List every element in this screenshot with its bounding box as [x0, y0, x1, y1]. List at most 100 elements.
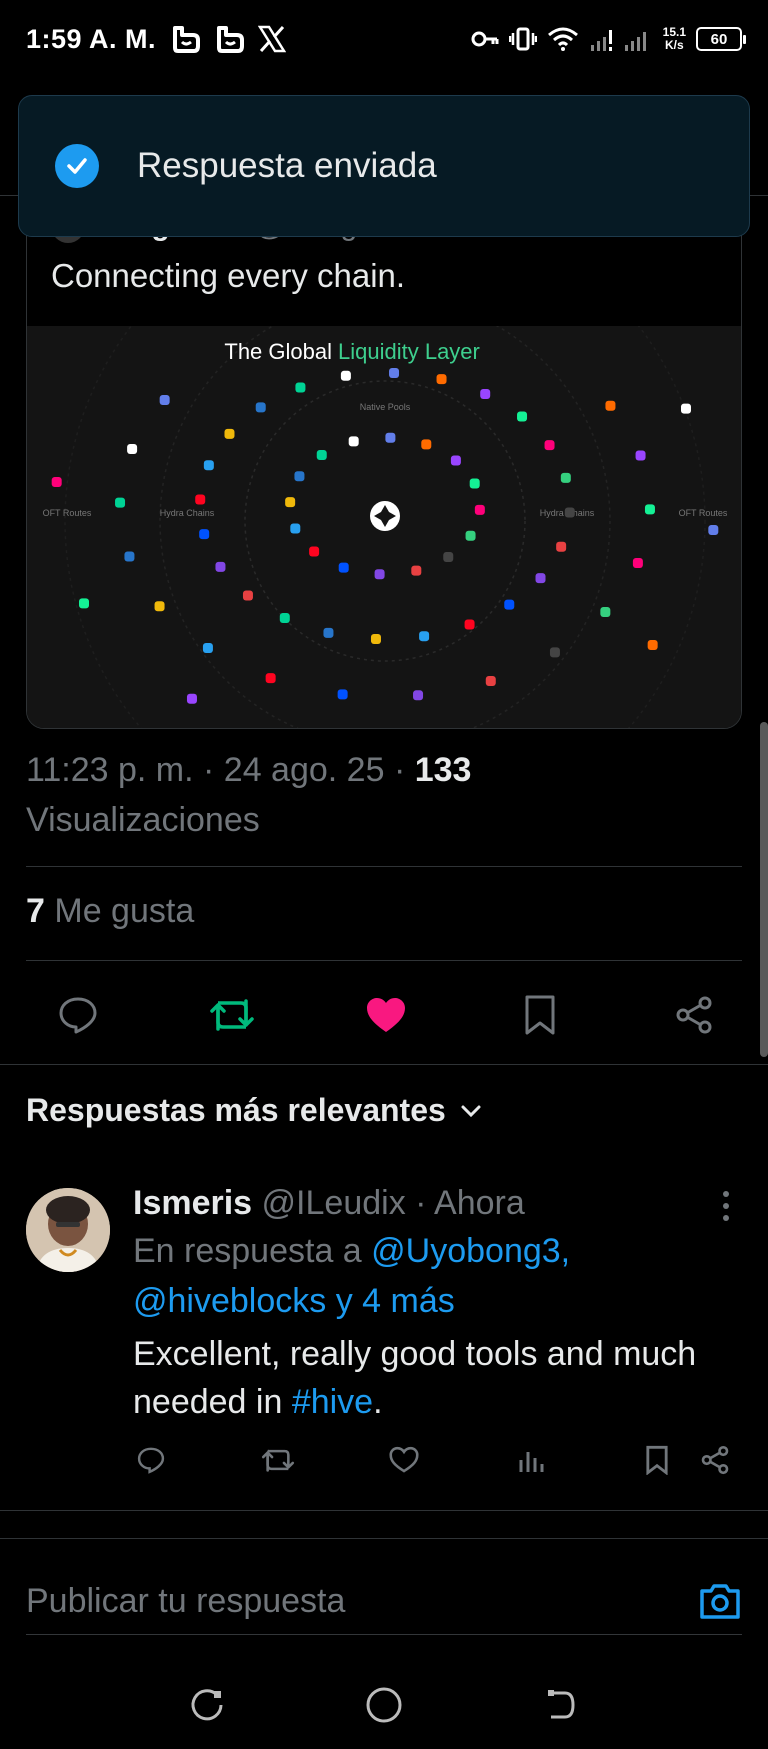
reply-action-group	[639, 1442, 733, 1478]
chain-logo	[265, 673, 276, 684]
divider	[0, 1538, 768, 1539]
camera-icon[interactable]	[698, 1581, 742, 1621]
chain-logo	[419, 631, 430, 642]
chain-logo	[504, 599, 515, 610]
liquidity-layer-graphic: The Global Liquidity Layer Native Pools …	[27, 200, 741, 728]
quoted-post-image[interactable]: The Global Liquidity Layer Native Pools …	[27, 200, 741, 728]
status-notification-icons	[170, 24, 287, 54]
composer-underline	[26, 1634, 742, 1635]
reply-post[interactable]: Ismeris @ILeudix · Ahora En respuesta a …	[133, 1180, 743, 1426]
chain-logo	[295, 382, 306, 393]
status-bar: 1:59 A. M. 15.1 K/s 60	[0, 0, 768, 78]
chain-logo	[79, 598, 90, 609]
quoted-post-card[interactable]: Stargate @StargateFinan... 1d Connecting…	[26, 195, 742, 729]
chain-logo	[480, 389, 491, 400]
chain-logo	[474, 504, 485, 515]
reply-icon[interactable]	[133, 1442, 169, 1478]
chain-logo	[389, 367, 400, 378]
signal-icon	[590, 30, 646, 51]
more-options-icon[interactable]	[716, 1186, 736, 1226]
analytics-icon[interactable]	[513, 1442, 549, 1478]
mention-link[interactable]: @Uyobong3,	[371, 1232, 570, 1270]
chain-logo	[224, 428, 235, 439]
retweet-icon[interactable]	[208, 991, 256, 1039]
reply-input[interactable]	[26, 1581, 698, 1621]
chain-logo	[600, 606, 611, 617]
chain-logo	[411, 565, 422, 576]
scrollbar[interactable]	[760, 722, 768, 1057]
chain-logo	[215, 561, 226, 572]
battery-indicator: 60	[696, 27, 746, 51]
retweet-icon[interactable]	[260, 1442, 296, 1478]
reply-author-name[interactable]: Ismeris	[133, 1184, 252, 1222]
bookmark-icon[interactable]	[516, 991, 564, 1039]
share-icon[interactable]	[697, 1442, 733, 1478]
back-icon[interactable]	[543, 1687, 579, 1723]
likes-label: Me gusta	[54, 892, 195, 930]
chain-logo	[469, 478, 480, 489]
reply-icon[interactable]	[54, 991, 102, 1039]
chain-logo	[436, 374, 447, 385]
bookmark-icon[interactable]	[639, 1442, 675, 1478]
chain-logo	[370, 634, 381, 645]
chain-logo	[485, 675, 496, 686]
chain-logo	[290, 523, 301, 534]
chain-logo	[124, 551, 135, 562]
app-notification-icon	[173, 26, 201, 53]
app-notification-icon	[217, 26, 245, 53]
reply-author-handle[interactable]: @ILeudix	[262, 1184, 406, 1222]
views-count[interactable]: 133	[415, 751, 472, 789]
views-label[interactable]: Visualizaciones	[26, 801, 260, 839]
recent-apps-icon[interactable]	[189, 1687, 225, 1723]
chain-logo	[544, 440, 555, 451]
hashtag-link[interactable]: #hive	[292, 1383, 373, 1421]
check-circle-icon	[55, 144, 99, 188]
vpn-key-icon	[471, 31, 499, 47]
system-nav-bar	[0, 1660, 768, 1749]
chain-logo	[279, 612, 290, 623]
mention-link[interactable]: @hiveblocks y 4 más	[133, 1282, 455, 1320]
chain-logo	[464, 619, 475, 630]
chain-logo	[294, 471, 305, 482]
chain-logo	[450, 455, 461, 466]
chevron-down-icon	[461, 1105, 481, 1117]
chain-logo	[560, 472, 571, 483]
like-icon[interactable]	[386, 1442, 422, 1478]
chain-logo	[348, 436, 359, 447]
network-speed-unit: K/s	[664, 38, 684, 52]
status-system-icons: 15.1 K/s 60	[471, 26, 746, 52]
reply-context: En respuesta a @Uyobong3, @hiveblocks y …	[133, 1226, 743, 1326]
reply-action-bar	[133, 1442, 733, 1478]
reply-time: Ahora	[434, 1184, 525, 1222]
post-action-bar	[26, 985, 742, 1045]
post-timestamp-views: 11:23 p. m. · 24 ago. 25 · 133 Visualiza…	[26, 745, 742, 845]
home-icon[interactable]	[364, 1685, 404, 1725]
reply-text: Excellent, really good tools and much ne…	[133, 1335, 697, 1421]
divider	[0, 1510, 768, 1511]
chain-logo	[337, 689, 348, 700]
chain-logo	[385, 432, 396, 443]
replies-sort-dropdown[interactable]: Respuestas más relevantes	[26, 1092, 482, 1129]
share-icon[interactable]	[670, 991, 718, 1039]
chain-logo	[535, 573, 546, 584]
chain-logo	[647, 639, 658, 650]
chain-logo	[517, 411, 528, 422]
chain-logo	[199, 529, 210, 540]
network-speed: 15.1 K/s	[663, 26, 686, 52]
avatar[interactable]	[26, 1188, 110, 1272]
divider	[0, 1064, 768, 1065]
chain-logo	[51, 476, 62, 487]
chain-logo	[635, 450, 646, 461]
post-time-date: 11:23 p. m. · 24 ago. 25 ·	[26, 751, 415, 789]
chain-logo	[605, 400, 616, 411]
reply-text-end: .	[373, 1383, 383, 1421]
chain-logo	[564, 507, 575, 518]
reply-sent-toast: Respuesta enviada	[18, 95, 750, 237]
like-heart-filled-icon[interactable]	[362, 991, 410, 1039]
chain-logo	[127, 443, 138, 454]
chain-logo	[413, 690, 424, 701]
reply-composer	[26, 1566, 742, 1636]
likes-summary[interactable]: 7 Me gusta	[26, 892, 194, 931]
chain-logo	[708, 525, 719, 536]
reply-separator: ·	[405, 1184, 435, 1222]
